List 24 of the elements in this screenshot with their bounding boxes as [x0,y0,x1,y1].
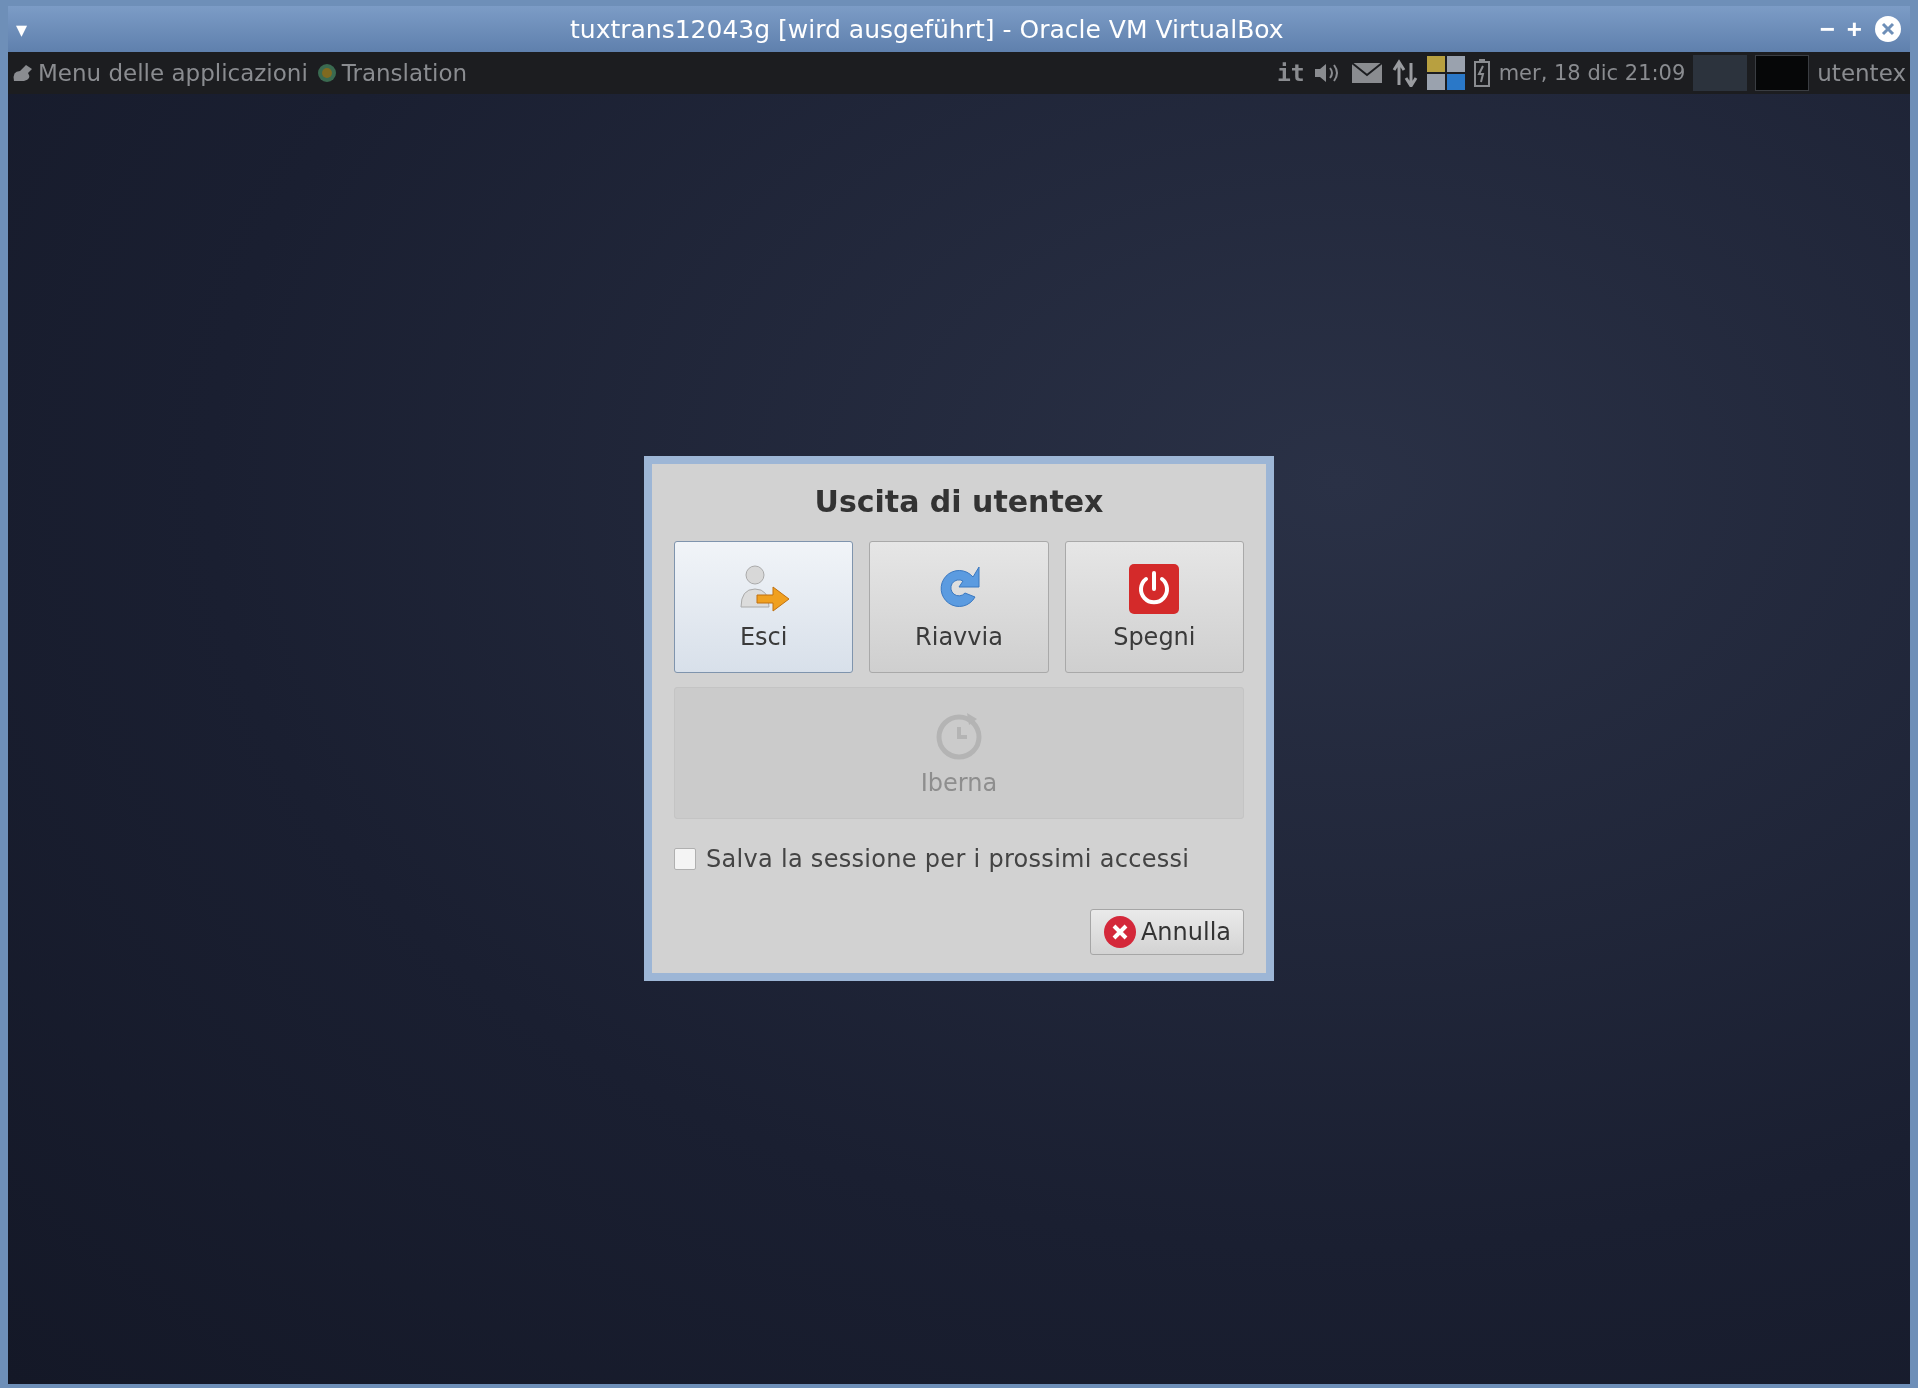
maximize-button[interactable]: + [1846,13,1862,45]
keyboard-layout-indicator[interactable]: it [1276,60,1305,86]
up-down-arrows-icon[interactable] [1390,59,1419,87]
envelope-icon[interactable] [1350,62,1383,84]
launcher-button[interactable]: Translation [315,60,468,86]
shutdown-button[interactable]: Spegni [1064,541,1244,673]
dialog-title: Uscita di utentex [813,483,1105,521]
save-session-checkbox[interactable] [674,848,696,870]
user-menu[interactable]: utentex [1817,60,1906,86]
workspace-pager-icon[interactable] [1426,56,1465,90]
logout-button[interactable]: Esci [674,541,854,673]
clock[interactable]: mer, 18 dic 21:09 [1498,61,1686,85]
menu-logo-icon [12,63,34,83]
power-icon [1128,563,1181,615]
checkbox-label[interactable]: Salva la sessione per i prossimi accessi [706,845,1190,873]
restart-button[interactable]: Riavvia [869,541,1049,673]
cancel-button[interactable]: Annulla [1089,909,1244,955]
close-circle-icon [1102,915,1137,949]
close-button[interactable] [1874,15,1902,43]
battery-icon[interactable] [1472,58,1491,88]
applications-menu-button[interactable]: Menu delle applicazioni [12,60,308,86]
window-title: tuxtrans12043g [wird ausgeführt] - Oracle VM VirtualBox [569,14,1285,44]
window-menu-button[interactable]: ▾ [16,16,46,42]
minimize-button[interactable]: − [1819,13,1835,45]
